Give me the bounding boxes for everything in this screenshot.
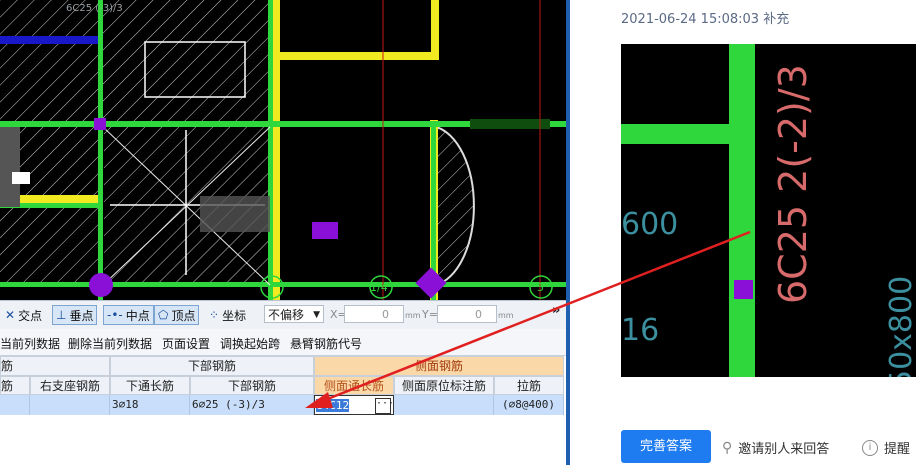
menu-current-column-data[interactable]: 当前列数据 <box>0 335 60 352</box>
group-header-side-rebar: 侧面钢筋 <box>314 356 564 376</box>
group-header: 筋 <box>0 356 110 376</box>
ellipsis-button[interactable]: ··· <box>375 398 394 414</box>
invite-answer-link[interactable]: ⚲ 邀请别人来回答 <box>722 438 830 458</box>
table-cell[interactable] <box>0 395 30 415</box>
column-header: 筋 <box>0 376 30 395</box>
y-input[interactable]: 0 <box>437 305 497 323</box>
group-header-bottom-rebar: 下部钢筋 <box>110 356 314 376</box>
column-header: 侧面原位标注筋 <box>394 376 494 395</box>
remind-label: 提醒 <box>884 442 911 457</box>
snap-vertex[interactable]: ⬠ 顶点 <box>154 305 200 325</box>
column-header: 右支座钢筋 <box>30 376 110 395</box>
snap-label: 交点 <box>18 308 43 323</box>
rebar-grid: 筋 下部钢筋 侧面钢筋 筋 右支座钢筋 下通长筋 下部钢筋 侧面通长筋 侧面原位… <box>0 356 566 466</box>
snap-midpoint[interactable]: -•- 中点 <box>103 305 154 325</box>
complete-answer-button[interactable]: 完善答案 <box>621 430 711 463</box>
column-header: 拉筋 <box>494 376 564 395</box>
person-icon: ⚲ <box>722 439 733 456</box>
table-cell[interactable] <box>394 395 494 415</box>
snap-label: 顶点 <box>171 308 196 323</box>
cad-drawing-canvas[interactable]: 1/4 5 6C25 (-3)/3 <box>0 0 566 300</box>
photo-rebar-label: 6C25 2(-2)/3 <box>771 64 815 304</box>
menu-page-setup[interactable]: 页面设置 <box>162 335 210 352</box>
photo-dim-16: 16 <box>621 313 659 348</box>
grid-menu-bar: 当前列数据 删除当前列数据 页面设置 调换起始跨 悬臂钢筋代号 <box>0 329 566 356</box>
toolbar-more-button[interactable]: » <box>552 303 560 318</box>
column-header: 下通长筋 <box>110 376 190 395</box>
supplement-timestamp: 2021-06-24 15:08:03 补充 <box>621 12 790 27</box>
snap-label: 垂点 <box>69 308 94 323</box>
y-unit: mm <box>498 311 514 320</box>
axis-label-1: 1/4 <box>370 281 388 294</box>
column-header-side-long-rebar: 侧面通长筋 <box>314 376 394 395</box>
photo-dim-50x800: 50x800 <box>884 276 916 377</box>
offset-select-value: 不偏移 <box>268 308 305 322</box>
side-long-rebar-value: G4C12 <box>316 399 350 412</box>
invite-label: 邀请别人来回答 <box>738 442 830 457</box>
remind-link[interactable]: i 提醒 <box>862 438 910 457</box>
menu-cantilever-code[interactable]: 悬臂钢筋代号 <box>290 335 362 352</box>
snap-perpendicular[interactable]: ⊥ 垂点 <box>52 305 98 325</box>
snap-label: 坐标 <box>222 308 247 323</box>
snap-intersection[interactable]: ✕ 交点 <box>2 305 45 325</box>
side-long-rebar-input[interactable]: G4C12 ··· <box>314 395 394 415</box>
snap-coordinate[interactable]: ⁘ 坐标 <box>206 305 249 325</box>
column-header: 下部钢筋 <box>190 376 314 395</box>
x-input[interactable]: 0 <box>344 305 404 323</box>
supplement-image[interactable]: 6C25 2(-2)/3 600 16 50x800 <box>621 44 916 377</box>
x-unit: mm <box>405 311 421 320</box>
table-cell[interactable]: 3⌀18 <box>110 395 190 415</box>
chevron-down-icon: ▼ <box>313 310 320 320</box>
cross-snap-icon: ✕ <box>5 308 16 322</box>
snap-label: 中点 <box>125 308 150 323</box>
table-cell[interactable]: 6⌀25 (-3)/3 <box>190 395 314 415</box>
axis-label-2: 5 <box>537 281 544 294</box>
photo-dim-600: 600 <box>621 207 678 242</box>
zoomed-cad-image: 6C25 2(-2)/3 600 16 50x800 <box>621 44 916 377</box>
info-icon: i <box>862 439 878 456</box>
offset-select[interactable]: 不偏移 ▼ <box>264 305 324 323</box>
midpoint-snap-icon: -•- <box>107 308 123 322</box>
snap-toolbar: ✕ 交点 ⊥ 垂点 -•- 中点 ⬠ 顶点 ⁘ 坐标 不偏移 ▼ X= 0 mm… <box>0 300 566 330</box>
cad-top-label: 6C25 (-3)/3 <box>66 3 123 14</box>
menu-swap-start-span[interactable]: 调换起始跨 <box>220 335 280 352</box>
table-cell[interactable]: (⌀8@400) <box>494 395 564 415</box>
perpendicular-snap-icon: ⊥ <box>56 308 67 322</box>
cad-drawing: 1/4 5 6C25 (-3)/3 <box>0 0 566 300</box>
coordinate-snap-icon: ⁘ <box>209 308 220 322</box>
vertex-snap-icon: ⬠ <box>158 308 169 322</box>
menu-delete-column-data[interactable]: 删除当前列数据 <box>68 335 152 352</box>
y-label: Y= <box>422 308 438 321</box>
table-cell[interactable] <box>30 395 110 415</box>
